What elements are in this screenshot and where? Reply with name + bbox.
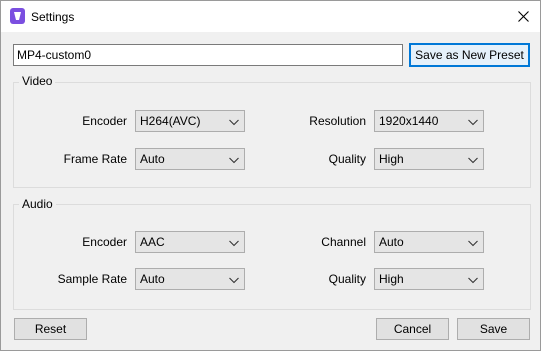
video-encoder-select[interactable]: H264(AVC) — [135, 110, 245, 132]
audio-channel-label: Channel — [321, 235, 366, 249]
video-group — [13, 82, 531, 188]
audio-channel-value: Auto — [379, 235, 404, 249]
audio-group — [13, 204, 531, 310]
audio-samplerate-select[interactable]: Auto — [135, 268, 245, 290]
save-button[interactable]: Save — [457, 318, 530, 340]
audio-encoder-select[interactable]: AAC — [135, 231, 245, 253]
video-group-label: Video — [19, 74, 56, 88]
video-framerate-select[interactable]: Auto — [135, 148, 245, 170]
cancel-button[interactable]: Cancel — [376, 318, 449, 340]
chevron-down-icon — [467, 274, 479, 284]
video-framerate-value: Auto — [140, 152, 165, 166]
settings-dialog: Settings Save as New Preset Video Encode… — [0, 0, 541, 351]
audio-quality-label: Quality — [328, 272, 366, 286]
chevron-down-icon — [228, 237, 240, 247]
video-framerate-label: Frame Rate — [63, 152, 127, 166]
chevron-down-icon — [228, 154, 240, 164]
chevron-down-icon — [228, 116, 240, 126]
app-logo-icon — [10, 8, 25, 24]
audio-encoder-label: Encoder — [82, 235, 127, 249]
reset-button[interactable]: Reset — [14, 318, 87, 340]
chevron-down-icon — [467, 116, 479, 126]
audio-quality-value: High — [379, 272, 404, 286]
title-bar: Settings — [1, 1, 540, 32]
chevron-down-icon — [228, 274, 240, 284]
audio-samplerate-label: Sample Rate — [57, 272, 127, 286]
save-as-new-preset-button[interactable]: Save as New Preset — [409, 43, 530, 67]
close-icon[interactable] — [506, 1, 540, 32]
audio-quality-select[interactable]: High — [374, 268, 484, 290]
preset-name-input[interactable] — [13, 44, 403, 66]
window-title: Settings — [31, 10, 75, 24]
video-resolution-label: Resolution — [309, 114, 366, 128]
video-encoder-label: Encoder — [82, 114, 127, 128]
video-quality-select[interactable]: High — [374, 148, 484, 170]
audio-samplerate-value: Auto — [140, 272, 165, 286]
video-quality-value: High — [379, 152, 404, 166]
video-resolution-value: 1920x1440 — [379, 114, 439, 128]
video-encoder-value: H264(AVC) — [140, 114, 201, 128]
video-resolution-select[interactable]: 1920x1440 — [374, 110, 484, 132]
audio-group-label: Audio — [19, 197, 56, 211]
audio-channel-select[interactable]: Auto — [374, 231, 484, 253]
chevron-down-icon — [467, 237, 479, 247]
audio-encoder-value: AAC — [140, 235, 165, 249]
chevron-down-icon — [467, 154, 479, 164]
video-quality-label: Quality — [328, 152, 366, 166]
